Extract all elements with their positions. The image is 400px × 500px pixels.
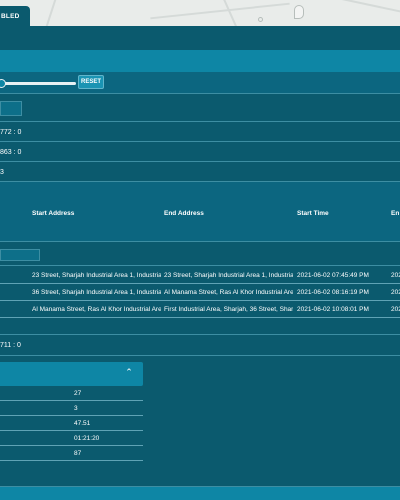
table-header: Start Address End Address Start Time En	[0, 182, 400, 242]
summary-value: 87	[74, 450, 82, 457]
input-row	[0, 94, 400, 122]
summary-row: 27	[0, 386, 143, 401]
summary-value: 01:21:20	[74, 435, 100, 442]
summary-value: 3	[74, 405, 78, 412]
value-text: 772 : 0	[0, 129, 22, 136]
cell-end-address: 23 Street, Sharjah Industrial Area 1, In…	[164, 272, 293, 279]
value-text: 3	[0, 169, 4, 176]
value-row: 863 : 0	[0, 142, 400, 162]
chevron-up-icon[interactable]: ⌃	[124, 367, 134, 377]
column-header-end-address[interactable]: End Address	[164, 210, 204, 217]
cell-start-address: 23 Street, Sharjah Industrial Area 1, In…	[32, 272, 161, 279]
cell-start-time: 2021-06-02 07:45:49 PM	[297, 272, 369, 279]
value-text: 711 : 0	[0, 342, 21, 349]
value-text: 863 : 0	[0, 149, 22, 156]
cell-start-time: 2021-06-02 10:08:01 PM	[297, 306, 369, 313]
column-header-end[interactable]: En	[391, 210, 399, 217]
panel-footer	[0, 486, 400, 500]
summary-row: 87	[0, 446, 143, 461]
column-header-start-address[interactable]: Start Address	[32, 210, 74, 217]
table-filter-input[interactable]	[0, 249, 40, 261]
summary-row: 47.51	[0, 416, 143, 431]
summary-value: 27	[74, 390, 82, 397]
cell-end: 202	[391, 306, 400, 313]
cell-end-address: Al Manama Street, Ras Al Khor Industrial…	[164, 289, 293, 296]
summary-value: 47.51	[74, 420, 91, 427]
value-row: 3	[0, 162, 400, 182]
slider-row	[0, 72, 400, 94]
panel-top-band	[0, 26, 400, 50]
value-row: 711 : 0	[0, 334, 400, 356]
table-filter-row	[0, 242, 400, 266]
summary-row: 01:21:20	[0, 431, 143, 446]
tab-enabled[interactable]: BLED	[0, 6, 30, 26]
reset-button[interactable]: RESET	[78, 75, 104, 89]
trip-panel: BLED RESET 772 : 0 863 : 0 3 Start Addre…	[0, 0, 400, 500]
value-row: 772 : 0	[0, 122, 400, 142]
range-slider-thumb[interactable]	[0, 79, 6, 88]
cell-end-address: First Industrial Area, Sharjah, 36 Stree…	[164, 306, 293, 313]
table-row[interactable]: Al Manama Street, Ras Al Khor Industrial…	[0, 302, 400, 318]
panel-header-bar	[0, 50, 400, 72]
cell-end: 202	[391, 272, 400, 279]
table-row[interactable]: 36 Street, Sharjah Industrial Area 1, In…	[0, 285, 400, 301]
table-row[interactable]: 23 Street, Sharjah Industrial Area 1, In…	[0, 268, 400, 284]
cell-start-time: 2021-06-02 08:16:19 PM	[297, 289, 369, 296]
range-slider-track[interactable]	[0, 82, 76, 85]
cell-start-address: Al Manama Street, Ras Al Khor Industrial…	[32, 306, 161, 313]
summary-row: 3	[0, 401, 143, 416]
cell-start-address: 36 Street, Sharjah Industrial Area 1, In…	[32, 289, 161, 296]
filter-input[interactable]	[0, 101, 22, 116]
summary-accordion-header[interactable]	[0, 362, 143, 386]
column-header-start-time[interactable]: Start Time	[297, 210, 329, 217]
cell-end: 202	[391, 289, 400, 296]
